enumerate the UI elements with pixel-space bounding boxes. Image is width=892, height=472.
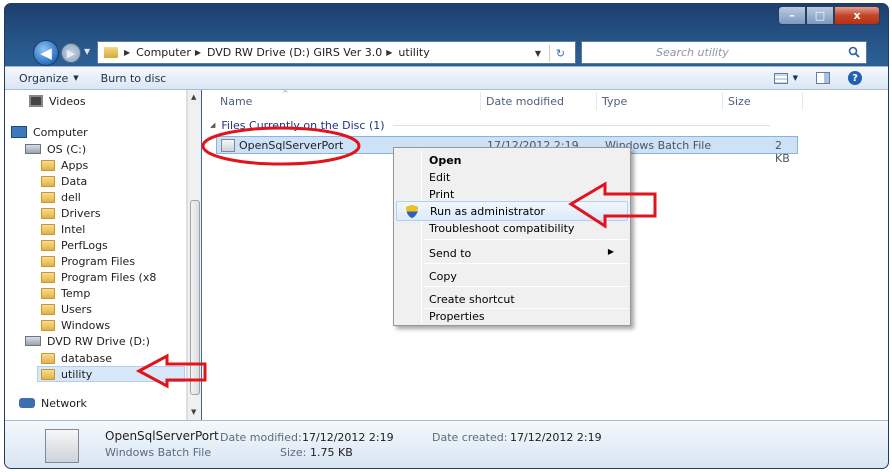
folder-icon xyxy=(41,352,55,364)
folder-icon xyxy=(104,47,118,58)
menu-item-send-to[interactable]: Send to ▶ xyxy=(396,243,628,263)
breadcrumb-utility[interactable]: ▶ utility xyxy=(386,46,429,59)
title-bar: – □ x xyxy=(5,4,888,34)
back-button[interactable]: ◀ xyxy=(33,40,59,66)
column-header-name[interactable]: Name xyxy=(220,95,252,108)
details-created-label: Date created: xyxy=(432,431,508,444)
sidebar-item-users[interactable]: Users xyxy=(41,301,92,317)
folder-icon xyxy=(41,175,55,187)
menu-item-properties[interactable]: Properties xyxy=(396,306,628,326)
folder-icon xyxy=(41,207,55,219)
back-arrow-icon: ◀ xyxy=(40,44,52,62)
sidebar-item-dell[interactable]: dell xyxy=(41,189,81,205)
batch-file-icon xyxy=(221,138,235,152)
sidebar-item-utility[interactable]: utility xyxy=(37,366,185,382)
navigation-pane: Videos Computer OS (C:) Apps Data dell D… xyxy=(5,90,187,420)
help-icon[interactable]: ? xyxy=(848,71,862,85)
drive-icon xyxy=(25,144,41,154)
view-options-icon xyxy=(773,72,788,84)
file-name: OpenSqlServerPort xyxy=(239,139,344,152)
sidebar-item-program-files[interactable]: Program Files xyxy=(41,253,135,269)
breadcrumb-dvd-drive[interactable]: ▶ DVD RW Drive (D:) GIRS Ver 3.0 xyxy=(195,46,382,59)
sidebar-scrollbar[interactable]: ▲ ▼ xyxy=(187,90,201,420)
uac-shield-icon xyxy=(406,205,418,218)
details-size-label: Size: xyxy=(280,446,307,459)
chevron-down-icon: ▼ xyxy=(73,74,79,82)
address-row: ◀ ▶ ▼ ▶ Computer ▶ DVD RW Drive (D:) GIRS … xyxy=(5,36,888,66)
folder-icon xyxy=(41,223,55,235)
column-header-type[interactable]: Type xyxy=(602,95,627,108)
sidebar-item-intel[interactable]: Intel xyxy=(41,221,85,237)
sidebar-item-videos[interactable]: Videos xyxy=(29,93,86,109)
forward-arrow-icon: ▶ xyxy=(66,46,76,60)
preview-pane-icon[interactable] xyxy=(816,72,830,84)
details-file-name: OpenSqlServerPort xyxy=(105,429,219,443)
scrollbar-thumb[interactable] xyxy=(190,200,200,395)
explorer-window: – □ x ◀ ▶ ▼ ▶ Computer ▶ DVD RW Drive (D:)… xyxy=(4,3,889,469)
close-button[interactable]: x xyxy=(834,6,880,25)
computer-icon xyxy=(11,126,27,138)
sidebar-item-drivers[interactable]: Drivers xyxy=(41,205,101,221)
sidebar-item-network[interactable]: Network xyxy=(19,395,87,411)
sidebar-item-temp[interactable]: Temp xyxy=(41,285,90,301)
submenu-arrow-icon: ▶ xyxy=(607,247,614,256)
folder-icon xyxy=(41,271,55,283)
search-input[interactable]: Search utility xyxy=(581,41,867,64)
collapse-icon[interactable]: ◢ xyxy=(210,121,215,129)
address-dropdown-icon[interactable]: ▼ xyxy=(535,49,541,58)
column-header-date-modified[interactable]: Date modified xyxy=(486,95,564,108)
burn-to-disc-button[interactable]: Burn to disc xyxy=(101,72,167,85)
chevron-down-icon: ▼ xyxy=(792,74,798,82)
details-created-value: 17/12/2012 2:19 xyxy=(510,431,602,444)
breadcrumb-computer[interactable]: ▶ Computer xyxy=(124,46,191,59)
forward-button[interactable]: ▶ xyxy=(61,43,81,63)
change-view-button[interactable]: ▼ xyxy=(773,72,798,84)
maximize-button[interactable]: □ xyxy=(806,6,834,25)
video-icon xyxy=(29,95,43,107)
details-pane: OpenSqlServerPort Date modified: 17/12/2… xyxy=(5,420,888,468)
folder-icon xyxy=(41,239,55,251)
sort-arrow-icon: ^ xyxy=(282,89,289,98)
address-bar[interactable]: ▶ Computer ▶ DVD RW Drive (D:) GIRS Ver 3.… xyxy=(97,41,576,64)
sidebar-item-perflogs[interactable]: PerfLogs xyxy=(41,237,108,253)
network-icon xyxy=(19,398,35,408)
menu-item-copy[interactable]: Copy xyxy=(396,266,628,286)
sidebar-item-program-files-x86[interactable]: Program Files (x8 xyxy=(41,269,156,285)
details-modified-label: Date modified: xyxy=(220,431,302,444)
sidebar-item-windows[interactable]: Windows xyxy=(41,317,110,333)
refresh-icon[interactable]: ↻ xyxy=(549,45,571,62)
batch-file-large-icon xyxy=(45,429,79,463)
folder-icon xyxy=(41,255,55,267)
folder-icon xyxy=(41,191,55,203)
scroll-up-icon[interactable]: ▲ xyxy=(191,93,196,101)
details-size-value: 1.75 KB xyxy=(310,446,353,459)
menu-item-troubleshoot-compatibility[interactable]: Troubleshoot compatibility xyxy=(396,218,628,238)
details-modified-value: 17/12/2012 2:19 xyxy=(302,431,394,444)
sidebar-item-os-c[interactable]: OS (C:) xyxy=(25,141,86,157)
column-header-size[interactable]: Size xyxy=(728,95,751,108)
group-header[interactable]: ◢ Files Currently on the Disc (1) xyxy=(210,116,770,134)
minimize-button[interactable]: – xyxy=(778,6,806,25)
sidebar-item-apps[interactable]: Apps xyxy=(41,157,88,173)
recent-pages-dropdown[interactable]: ▼ xyxy=(84,47,90,56)
context-menu: Open Edit Print Run as administrator Tro… xyxy=(393,147,631,326)
search-icon[interactable] xyxy=(848,46,860,58)
folder-icon xyxy=(41,368,55,380)
sidebar-item-database[interactable]: database xyxy=(41,350,112,366)
command-bar: Organize ▼ Burn to disc ▼ ? xyxy=(5,66,888,90)
sidebar-item-computer[interactable]: Computer xyxy=(11,124,88,140)
sidebar-item-dvd-drive[interactable]: DVD RW Drive (D:) xyxy=(25,333,150,349)
sidebar-item-data[interactable]: Data xyxy=(41,173,87,189)
window-controls: – □ x xyxy=(778,6,880,25)
scroll-down-icon[interactable]: ▼ xyxy=(191,408,196,416)
column-headers: Name ^ Date modified Type Size xyxy=(202,89,888,112)
folder-icon xyxy=(41,287,55,299)
file-size: 2 KB xyxy=(775,139,790,165)
details-file-type: Windows Batch File xyxy=(105,446,212,459)
folder-icon xyxy=(41,319,55,331)
folder-icon xyxy=(41,159,55,171)
folder-icon xyxy=(41,303,55,315)
dvd-drive-icon xyxy=(25,336,41,346)
organize-button[interactable]: Organize ▼ xyxy=(19,72,79,85)
